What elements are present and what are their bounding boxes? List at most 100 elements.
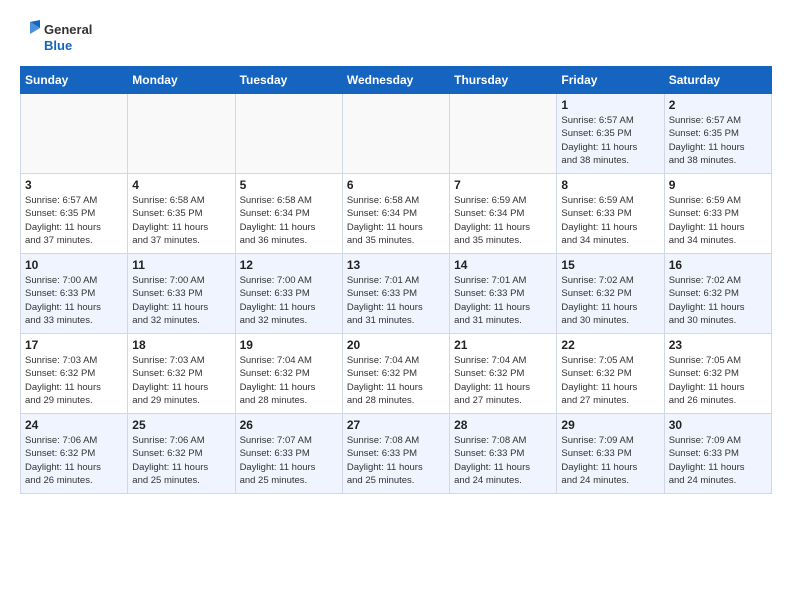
day-number: 15 [561, 258, 659, 272]
col-header-wednesday: Wednesday [342, 67, 449, 94]
day-info: Sunrise: 7:08 AM Sunset: 6:33 PM Dayligh… [454, 434, 552, 487]
day-info: Sunrise: 7:04 AM Sunset: 6:32 PM Dayligh… [347, 354, 445, 407]
day-info: Sunrise: 7:01 AM Sunset: 6:33 PM Dayligh… [347, 274, 445, 327]
day-info: Sunrise: 6:59 AM Sunset: 6:34 PM Dayligh… [454, 194, 552, 247]
calendar-week-2: 3 Sunrise: 6:57 AM Sunset: 6:35 PM Daylig… [21, 174, 772, 254]
day-info: Sunrise: 7:02 AM Sunset: 6:32 PM Dayligh… [669, 274, 767, 327]
day-info: Sunrise: 7:03 AM Sunset: 6:32 PM Dayligh… [25, 354, 123, 407]
day-number: 28 [454, 418, 552, 432]
day-number: 25 [132, 418, 230, 432]
day-number: 5 [240, 178, 338, 192]
day-info: Sunrise: 7:05 AM Sunset: 6:32 PM Dayligh… [669, 354, 767, 407]
calendar-week-5: 24 Sunrise: 7:06 AM Sunset: 6:32 PM Dayli… [21, 414, 772, 494]
day-number: 19 [240, 338, 338, 352]
calendar-cell: 16Sunrise: 7:02 AM Sunset: 6:32 PM Dayli… [664, 254, 771, 334]
calendar-cell: 17 Sunrise: 7:03 AM Sunset: 6:32 PM Dayli… [21, 334, 128, 414]
col-header-saturday: Saturday [664, 67, 771, 94]
day-info: Sunrise: 6:57 AM Sunset: 6:35 PM Dayligh… [669, 114, 767, 167]
day-info: Sunrise: 7:06 AM Sunset: 6:32 PM Dayligh… [132, 434, 230, 487]
calendar-cell: 6 Sunrise: 6:58 AM Sunset: 6:34 PM Daylig… [342, 174, 449, 254]
calendar-cell: 27 Sunrise: 7:08 AM Sunset: 6:33 PM Dayli… [342, 414, 449, 494]
day-info: Sunrise: 6:58 AM Sunset: 6:34 PM Dayligh… [347, 194, 445, 247]
day-info: Sunrise: 7:09 AM Sunset: 6:33 PM Dayligh… [669, 434, 767, 487]
day-number: 24 [25, 418, 123, 432]
calendar-cell: 25 Sunrise: 7:06 AM Sunset: 6:32 PM Dayli… [128, 414, 235, 494]
col-header-sunday: Sunday [21, 67, 128, 94]
calendar-cell [342, 94, 449, 174]
calendar-cell: 20 Sunrise: 7:04 AM Sunset: 6:32 PM Dayli… [342, 334, 449, 414]
calendar-cell: 26 Sunrise: 7:07 AM Sunset: 6:33 PM Dayli… [235, 414, 342, 494]
day-number: 12 [240, 258, 338, 272]
calendar-cell: 3 Sunrise: 6:57 AM Sunset: 6:35 PM Daylig… [21, 174, 128, 254]
day-number: 9 [669, 178, 767, 192]
calendar-cell: 12 Sunrise: 7:00 AM Sunset: 6:33 PM Dayli… [235, 254, 342, 334]
day-info: Sunrise: 6:59 AM Sunset: 6:33 PM Dayligh… [561, 194, 659, 247]
day-info: Sunrise: 6:58 AM Sunset: 6:35 PM Dayligh… [132, 194, 230, 247]
day-number: 6 [347, 178, 445, 192]
calendar-cell: 23 Sunrise: 7:05 AM Sunset: 6:32 PM Dayli… [664, 334, 771, 414]
day-number: 21 [454, 338, 552, 352]
day-number: 23 [669, 338, 767, 352]
day-number: 8 [561, 178, 659, 192]
day-number: 11 [132, 258, 230, 272]
calendar-cell [21, 94, 128, 174]
logo: General Blue [20, 20, 92, 56]
calendar-cell: 21 Sunrise: 7:04 AM Sunset: 6:32 PM Dayli… [450, 334, 557, 414]
calendar-cell: 10 Sunrise: 7:00 AM Sunset: 6:33 PM Dayli… [21, 254, 128, 334]
calendar-cell: 18Sunrise: 7:03 AM Sunset: 6:32 PM Dayli… [128, 334, 235, 414]
calendar-cell: 22Sunrise: 7:05 AM Sunset: 6:32 PM Dayli… [557, 334, 664, 414]
day-number: 2 [669, 98, 767, 112]
day-info: Sunrise: 7:04 AM Sunset: 6:32 PM Dayligh… [454, 354, 552, 407]
calendar-cell: 9 Sunrise: 6:59 AM Sunset: 6:33 PM Daylig… [664, 174, 771, 254]
calendar-cell [128, 94, 235, 174]
logo-shape [20, 20, 40, 56]
calendar-cell: 19 Sunrise: 7:04 AM Sunset: 6:32 PM Dayli… [235, 334, 342, 414]
col-header-monday: Monday [128, 67, 235, 94]
calendar-cell [235, 94, 342, 174]
calendar-cell: 1 Sunrise: 6:57 AM Sunset: 6:35 PM Daylig… [557, 94, 664, 174]
day-number: 10 [25, 258, 123, 272]
calendar-week-3: 10 Sunrise: 7:00 AM Sunset: 6:33 PM Dayli… [21, 254, 772, 334]
day-number: 3 [25, 178, 123, 192]
day-number: 1 [561, 98, 659, 112]
day-number: 13 [347, 258, 445, 272]
calendar-week-4: 17 Sunrise: 7:03 AM Sunset: 6:32 PM Dayli… [21, 334, 772, 414]
day-info: Sunrise: 7:05 AM Sunset: 6:32 PM Dayligh… [561, 354, 659, 407]
calendar-cell: 7 Sunrise: 6:59 AM Sunset: 6:34 PM Daylig… [450, 174, 557, 254]
calendar-cell: 28 Sunrise: 7:08 AM Sunset: 6:33 PM Dayli… [450, 414, 557, 494]
col-header-thursday: Thursday [450, 67, 557, 94]
day-number: 29 [561, 418, 659, 432]
day-info: Sunrise: 7:08 AM Sunset: 6:33 PM Dayligh… [347, 434, 445, 487]
day-info: Sunrise: 7:00 AM Sunset: 6:33 PM Dayligh… [132, 274, 230, 327]
calendar-cell: 29Sunrise: 7:09 AM Sunset: 6:33 PM Dayli… [557, 414, 664, 494]
day-info: Sunrise: 7:06 AM Sunset: 6:32 PM Dayligh… [25, 434, 123, 487]
calendar-cell: 11 Sunrise: 7:00 AM Sunset: 6:33 PM Dayli… [128, 254, 235, 334]
day-info: Sunrise: 7:07 AM Sunset: 6:33 PM Dayligh… [240, 434, 338, 487]
day-number: 7 [454, 178, 552, 192]
calendar-table: SundayMondayTuesdayWednesdayThursdayFrid… [20, 66, 772, 494]
day-number: 14 [454, 258, 552, 272]
day-info: Sunrise: 7:02 AM Sunset: 6:32 PM Dayligh… [561, 274, 659, 327]
day-info: Sunrise: 7:04 AM Sunset: 6:32 PM Dayligh… [240, 354, 338, 407]
calendar-cell: 15 Sunrise: 7:02 AM Sunset: 6:32 PM Dayli… [557, 254, 664, 334]
day-info: Sunrise: 6:58 AM Sunset: 6:34 PM Dayligh… [240, 194, 338, 247]
calendar-cell [450, 94, 557, 174]
calendar-cell: 24 Sunrise: 7:06 AM Sunset: 6:32 PM Dayli… [21, 414, 128, 494]
day-number: 26 [240, 418, 338, 432]
day-info: Sunrise: 6:57 AM Sunset: 6:35 PM Dayligh… [561, 114, 659, 167]
day-number: 17 [25, 338, 123, 352]
calendar-cell: 5 Sunrise: 6:58 AM Sunset: 6:34 PM Daylig… [235, 174, 342, 254]
day-number: 20 [347, 338, 445, 352]
calendar-cell: 13 Sunrise: 7:01 AM Sunset: 6:33 PM Dayli… [342, 254, 449, 334]
logo-container: General Blue [20, 20, 92, 56]
day-info: Sunrise: 6:57 AM Sunset: 6:35 PM Dayligh… [25, 194, 123, 247]
day-info: Sunrise: 7:00 AM Sunset: 6:33 PM Dayligh… [25, 274, 123, 327]
day-info: Sunrise: 6:59 AM Sunset: 6:33 PM Dayligh… [669, 194, 767, 247]
day-number: 27 [347, 418, 445, 432]
day-info: Sunrise: 7:03 AM Sunset: 6:32 PM Dayligh… [132, 354, 230, 407]
col-header-tuesday: Tuesday [235, 67, 342, 94]
logo-general: General [44, 22, 92, 38]
calendar-week-1: 1 Sunrise: 6:57 AM Sunset: 6:35 PM Daylig… [21, 94, 772, 174]
page-header: General Blue [20, 20, 772, 56]
day-info: Sunrise: 7:00 AM Sunset: 6:33 PM Dayligh… [240, 274, 338, 327]
